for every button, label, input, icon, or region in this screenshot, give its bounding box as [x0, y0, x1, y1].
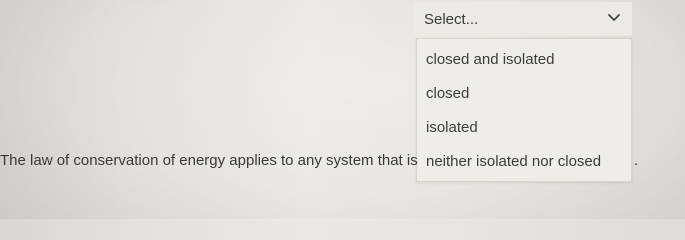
select-placeholder: Select...	[424, 11, 479, 28]
option-isolated[interactable]: isolated	[426, 119, 478, 136]
question-sentence: The law of conservation of energy applie…	[0, 152, 418, 169]
sentence-period: .	[634, 152, 639, 169]
select-dropdown-menu: closed and isolated closed isolated neit…	[416, 38, 632, 182]
option-closed[interactable]: closed	[426, 85, 469, 102]
answer-select[interactable]: Select...	[414, 2, 632, 36]
option-closed-and-isolated[interactable]: closed and isolated	[426, 51, 554, 68]
chevron-down-icon	[608, 14, 620, 21]
option-neither-isolated-nor-closed[interactable]: neither isolated nor closed	[426, 153, 601, 170]
